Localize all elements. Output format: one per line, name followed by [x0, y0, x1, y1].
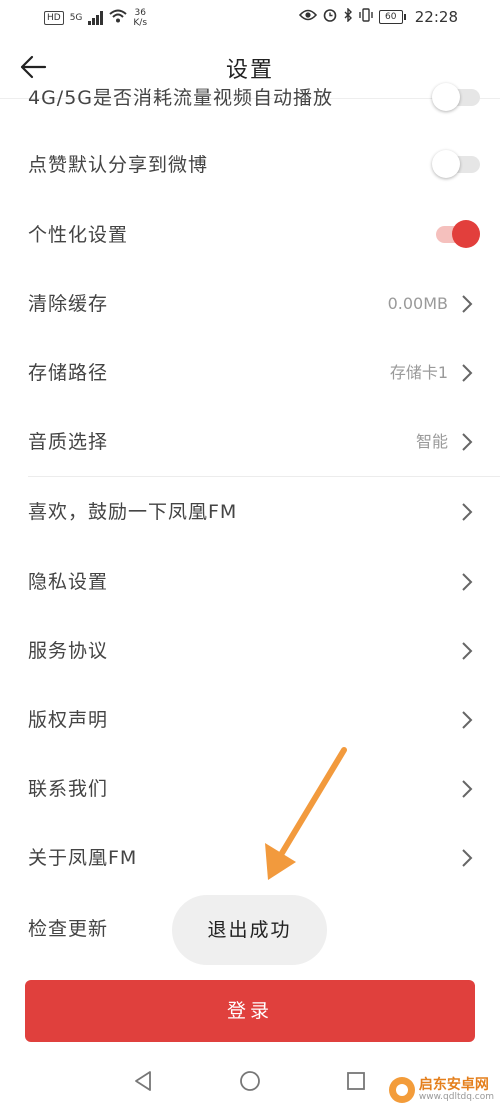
chevron-right-icon [460, 294, 474, 314]
settings-row-clear-cache[interactable]: 清除缓存 0.00MB [0, 269, 500, 339]
settings-row-label: 关于凤凰FM [28, 847, 138, 869]
settings-row-weibo-share[interactable]: 点赞默认分享到微博 [0, 130, 500, 200]
chevron-right-icon [460, 641, 474, 661]
settings-row-label: 检查更新 [28, 918, 109, 940]
bluetooth-icon [343, 7, 353, 26]
storage-path-value: 存储卡1 [389, 363, 448, 382]
autoplay-toggle[interactable] [432, 83, 480, 111]
settings-row-label: 联系我们 [28, 778, 109, 800]
weibo-share-toggle[interactable] [432, 150, 480, 178]
settings-row-label: 隐私设置 [28, 571, 109, 593]
settings-row-service-agreement[interactable]: 服务协议 [0, 616, 500, 686]
clock-time: 22:28 [414, 8, 458, 26]
vibrate-icon [359, 8, 373, 26]
network-type: 5G [69, 13, 83, 23]
settings-row-label: 4G/5G是否消耗流量视频自动播放 [28, 87, 334, 109]
chevron-right-icon [460, 363, 474, 383]
alarm-icon [323, 8, 337, 26]
settings-row-privacy[interactable]: 隐私设置 [0, 547, 500, 617]
chevron-right-icon [460, 572, 474, 592]
personalized-toggle[interactable] [432, 220, 480, 248]
cache-size-value: 0.00MB [387, 294, 448, 313]
network-speed: 36 K/s [133, 8, 148, 28]
chevron-right-icon [460, 779, 474, 799]
settings-row-contact[interactable]: 联系我们 [0, 754, 500, 824]
settings-row-autoplay[interactable]: 4G/5G是否消耗流量视频自动播放 [0, 63, 500, 133]
settings-row-copyright[interactable]: 版权声明 [0, 685, 500, 755]
settings-row-audio-quality[interactable]: 音质选择 智能 [0, 407, 500, 477]
settings-row-personalized[interactable]: 个性化设置 [0, 200, 500, 270]
watermark-url: www.qdltdq.com [418, 1092, 494, 1102]
logout-success-toast: 退出成功 [172, 895, 327, 965]
nav-home-icon[interactable] [239, 1070, 261, 1092]
site-watermark: 启东安卓网 www.qdltdq.com [388, 1077, 494, 1103]
signal-icon [88, 11, 104, 25]
watermark-logo-icon [388, 1077, 415, 1103]
nav-back-icon[interactable] [132, 1070, 154, 1092]
chevron-right-icon [460, 848, 474, 868]
wifi-icon [109, 9, 128, 27]
settings-row-label: 存储路径 [28, 362, 109, 384]
settings-row-storage-path[interactable]: 存储路径 存储卡1 [0, 338, 500, 408]
settings-row-about[interactable]: 关于凤凰FM [0, 823, 500, 893]
watermark-text: 启东安卓网 www.qdltdq.com [419, 1078, 494, 1102]
settings-row-encourage[interactable]: 喜欢，鼓励一下凤凰FM [0, 477, 500, 547]
settings-row-label: 个性化设置 [28, 224, 129, 246]
settings-row-label: 点赞默认分享到微博 [28, 154, 209, 176]
chevron-right-icon [460, 502, 474, 522]
watermark-name: 启东安卓网 [418, 1077, 489, 1093]
battery-icon: 60 [378, 10, 406, 24]
chevron-right-icon [460, 432, 474, 452]
nav-recents-icon[interactable] [345, 1070, 367, 1092]
eye-icon [298, 9, 317, 25]
chevron-right-icon [460, 710, 474, 730]
settings-row-label: 服务协议 [28, 640, 109, 662]
settings-row-label: 清除缓存 [28, 293, 109, 315]
hd-badge: HD [44, 11, 64, 25]
audio-quality-value: 智能 [415, 432, 448, 451]
settings-row-label: 喜欢，鼓励一下凤凰FM [28, 501, 238, 523]
settings-row-label: 版权声明 [28, 709, 109, 731]
login-button[interactable]: 登录 [25, 980, 475, 1042]
status-bar: HD 5G 36 K/s 60 22:28 [0, 0, 500, 36]
settings-row-label: 音质选择 [28, 431, 109, 453]
